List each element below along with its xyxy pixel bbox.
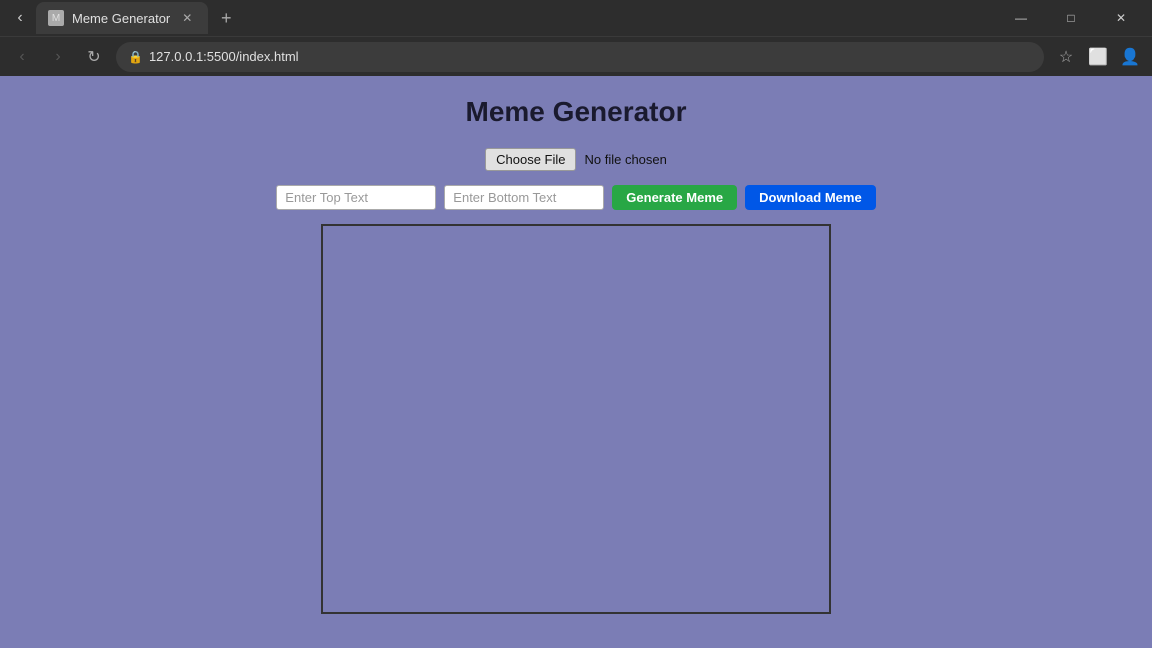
browser-toolbar: ‹ › ↻ 🔒 127.0.0.1:5500/index.html ☆ ⬜ 👤 [0, 36, 1152, 76]
tab-close-button[interactable]: ✕ [178, 9, 196, 27]
window-controls: — □ ✕ [998, 2, 1144, 34]
tab-favicon: M [48, 10, 64, 26]
url-text: 127.0.0.1:5500/index.html [149, 49, 1032, 64]
forward-button[interactable]: › [44, 43, 72, 71]
download-meme-button[interactable]: Download Meme [745, 185, 876, 210]
minimize-button[interactable]: — [998, 2, 1044, 34]
meme-canvas [321, 224, 831, 614]
browser-titlebar: ‹ M Meme Generator ✕ + — □ ✕ [0, 0, 1152, 36]
profile-button[interactable]: 👤 [1116, 43, 1144, 71]
browser-chrome: ‹ M Meme Generator ✕ + — □ ✕ [0, 0, 1152, 76]
back-button[interactable]: ‹ [8, 43, 36, 71]
choose-file-button[interactable]: Choose File [485, 148, 576, 171]
new-tab-button[interactable]: + [212, 4, 240, 32]
tab-scroll-button[interactable]: ‹ [8, 6, 32, 30]
bookmark-button[interactable]: ☆ [1052, 43, 1080, 71]
tab-title: Meme Generator [72, 11, 170, 26]
extensions-button[interactable]: ⬜ [1084, 43, 1112, 71]
maximize-button[interactable]: □ [1048, 2, 1094, 34]
bottom-text-input[interactable] [444, 185, 604, 210]
close-button[interactable]: ✕ [1098, 2, 1144, 34]
top-text-input[interactable] [276, 185, 436, 210]
tab-bar: ‹ M Meme Generator ✕ + [8, 2, 998, 34]
file-input-row: Choose File No file chosen [485, 148, 667, 171]
lock-icon: 🔒 [128, 50, 143, 64]
reload-button[interactable]: ↻ [80, 43, 108, 71]
address-bar[interactable]: 🔒 127.0.0.1:5500/index.html [116, 42, 1044, 72]
controls-row: Generate Meme Download Meme [276, 185, 875, 210]
page-content: Meme Generator Choose File No file chose… [0, 76, 1152, 648]
no-file-label: No file chosen [584, 152, 666, 167]
toolbar-right: ☆ ⬜ 👤 [1052, 43, 1144, 71]
browser-tab[interactable]: M Meme Generator ✕ [36, 2, 208, 34]
generate-meme-button[interactable]: Generate Meme [612, 185, 737, 210]
page-title: Meme Generator [466, 96, 687, 128]
